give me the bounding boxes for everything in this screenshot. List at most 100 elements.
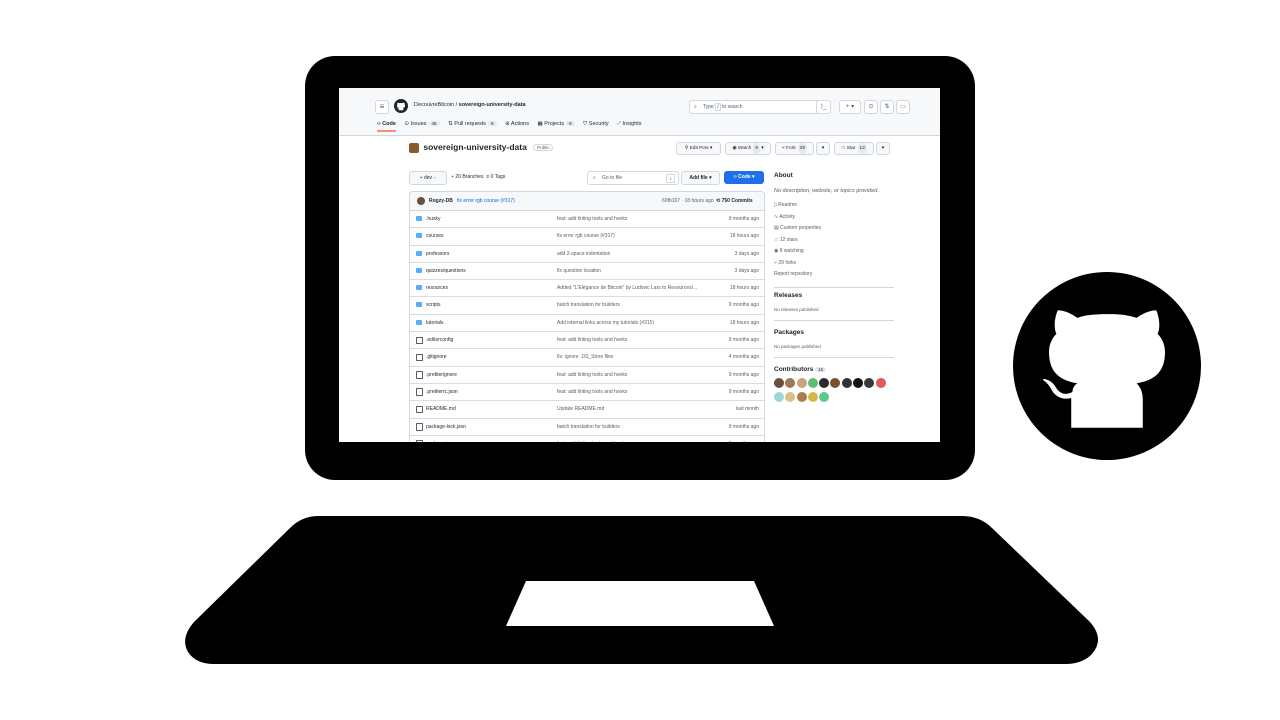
file-commit-message[interactable]: feat: add linting tools and hooks (557, 441, 627, 442)
file-commit-message[interactable]: batch translation for builders (557, 302, 620, 308)
file-name[interactable]: scripts (426, 302, 440, 308)
issues-icon[interactable]: ⊙ (864, 100, 878, 114)
contributors-heading[interactable]: Contributors 15 (774, 366, 894, 373)
avatar[interactable] (785, 391, 796, 402)
menu-icon[interactable]: ≡ (375, 100, 389, 114)
add-file-button[interactable]: Add file ▾ (681, 171, 720, 185)
file-commit-message[interactable]: feat: add linting tools and hooks (557, 389, 627, 395)
avatar[interactable] (864, 377, 875, 388)
file-name[interactable]: package.json (426, 441, 455, 442)
readme-link[interactable]: ▯ Readme (774, 200, 894, 212)
edit-pins-button[interactable]: ⚲ Edit Pins ▾ (676, 142, 721, 155)
packages-heading[interactable]: Packages (774, 329, 894, 336)
file-name[interactable]: .prettierignore (426, 372, 457, 378)
table-row[interactable]: .prettierignore feat: add linting tools a… (410, 367, 764, 384)
commit-author[interactable]: Rogzy-DB (429, 198, 453, 204)
table-row[interactable]: package-lock.json batch translation for b… (410, 419, 764, 436)
table-row[interactable]: package.json feat: add linting tools and … (410, 436, 764, 442)
commit-meta[interactable]: 60fb107 · 18 hours ago (662, 198, 714, 204)
avatar[interactable] (819, 377, 830, 388)
avatar[interactable] (819, 391, 830, 402)
file-name[interactable]: .gitignore (426, 354, 447, 360)
search-input[interactable]: ⌕ Type / to search (689, 100, 829, 114)
tab-code[interactable]: ‹› Code (377, 121, 396, 132)
table-row[interactable]: .husky feat: add linting tools and hooks 9… (410, 211, 764, 229)
inbox-icon[interactable]: ▭ (896, 100, 910, 114)
file-name[interactable]: package-lock.json (426, 424, 466, 430)
file-name[interactable]: .editorconfig (426, 337, 453, 343)
table-row[interactable]: .editorconfig feat: add linting tools and… (410, 332, 764, 350)
file-commit-message[interactable]: feat: add linting tools and hooks (557, 372, 627, 378)
commit-message[interactable]: fix error rgb course (#317) (457, 198, 515, 204)
file-commit-message[interactable]: Update README.md (557, 406, 604, 412)
table-row[interactable]: .gitignore fix: ignore .DS_Store files 4 m… (410, 349, 764, 367)
file-name[interactable]: professors (426, 251, 449, 257)
table-row[interactable]: resources Added "L'Élégance de Bitcoin" b… (410, 280, 764, 298)
report-repository-link[interactable]: Report repository (774, 269, 894, 281)
file-commit-message[interactable]: fix: ignore .DS_Store files (557, 354, 613, 360)
activity-link[interactable]: ∿ Activity (774, 212, 894, 224)
branch-selector[interactable]: ⑂ dev ▾ (409, 171, 447, 185)
code-button[interactable]: ‹› Code ▾ (724, 171, 764, 184)
file-commit-message[interactable]: feat: add linting tools and hooks (557, 337, 627, 343)
star-button[interactable]: ☆ Star 12 (834, 142, 874, 155)
fork-dropdown-button[interactable]: ▾ (816, 142, 830, 155)
go-to-file-input[interactable]: ⌕ Go to file t (587, 171, 679, 185)
command-palette-icon[interactable]: ⟩_ (816, 100, 831, 114)
avatar[interactable] (796, 377, 807, 388)
file-commit-message[interactable]: fix error rgb course (#317) (557, 233, 615, 239)
avatar[interactable] (875, 377, 886, 388)
table-row[interactable]: professors add 2-space indentation 3 days … (410, 246, 764, 263)
table-row[interactable]: quizzes/questions fix question location 3 … (410, 263, 764, 281)
custom-properties-link[interactable]: ▤ Custom properties (774, 223, 894, 235)
file-name[interactable]: README.md (426, 406, 456, 412)
star-dropdown-button[interactable]: ▾ (876, 142, 890, 155)
tags-link[interactable]: ⊘ 0 Tags (486, 174, 505, 180)
avatar[interactable] (417, 197, 425, 205)
tab-insights[interactable]: ⟋ Insights (617, 121, 641, 128)
avatar[interactable] (830, 377, 841, 388)
branches-link[interactable]: ⑂ 20 Branches (451, 174, 483, 180)
file-name[interactable]: .prettierrc.json (426, 389, 458, 395)
table-row[interactable]: README.md Update README.md last month (410, 401, 764, 419)
file-name[interactable]: quizzes/questions (426, 268, 466, 274)
tab-issues[interactable]: ⊙ Issues 46 (404, 121, 440, 127)
avatar[interactable] (841, 377, 852, 388)
table-row[interactable]: .prettierrc.json feat: add linting tools … (410, 384, 764, 402)
tab-projects[interactable]: ▦ Projects 8 (537, 121, 575, 127)
file-name[interactable]: tutorials (426, 320, 444, 326)
avatar[interactable] (796, 391, 807, 402)
forks-link[interactable]: ⑂ 29 forks (774, 258, 894, 270)
releases-heading[interactable]: Releases (774, 292, 894, 299)
file-name[interactable]: .husky (426, 216, 440, 222)
watch-button[interactable]: ◉ Watch 9 ▾ (725, 142, 771, 155)
avatar[interactable] (807, 391, 818, 402)
avatar[interactable] (807, 377, 818, 388)
table-row[interactable]: courses fix error rgb course (#317) 18 hou… (410, 228, 764, 246)
github-icon[interactable] (394, 99, 408, 113)
avatar[interactable] (774, 377, 784, 388)
watching-link[interactable]: ◉ 8 watching (774, 246, 894, 258)
tab-pull-requests[interactable]: ⇅ Pull requests 8 (448, 121, 497, 127)
commits-link[interactable]: ⟲ 750 Commits (716, 198, 753, 204)
stars-link[interactable]: ☆ 12 stars (774, 235, 894, 247)
fork-button[interactable]: ⑂ Fork 29 (775, 142, 814, 155)
file-commit-message[interactable]: Added "L'Élégance de Bitcoin" by Ludovic… (557, 285, 697, 291)
table-row[interactable]: scripts batch translation for builders 9 m… (410, 297, 764, 315)
pull-requests-icon[interactable]: ⇅ (880, 100, 894, 114)
file-commit-message[interactable]: Add internal links across my tutorials (… (557, 320, 654, 326)
file-commit-message[interactable]: fix question location (557, 268, 601, 274)
file-name[interactable]: courses (426, 233, 444, 239)
repo-owner-link[interactable]: DecouvreBitcoin (414, 102, 454, 108)
file-commit-message[interactable]: add 2-space indentation (557, 251, 610, 257)
tab-security[interactable]: ⛉ Security (583, 121, 609, 128)
file-name[interactable]: resources (426, 285, 448, 291)
file-commit-message[interactable]: feat: add linting tools and hooks (557, 216, 627, 222)
tab-actions[interactable]: ⊛ Actions (505, 121, 529, 127)
table-row[interactable]: tutorials Add internal links across my tu… (410, 315, 764, 333)
create-new-button[interactable]: + ▾ (839, 100, 861, 114)
avatar[interactable] (774, 391, 784, 402)
avatar[interactable] (853, 377, 864, 388)
avatar[interactable] (785, 377, 796, 388)
repo-name-link[interactable]: sovereign-university-data (459, 102, 526, 108)
